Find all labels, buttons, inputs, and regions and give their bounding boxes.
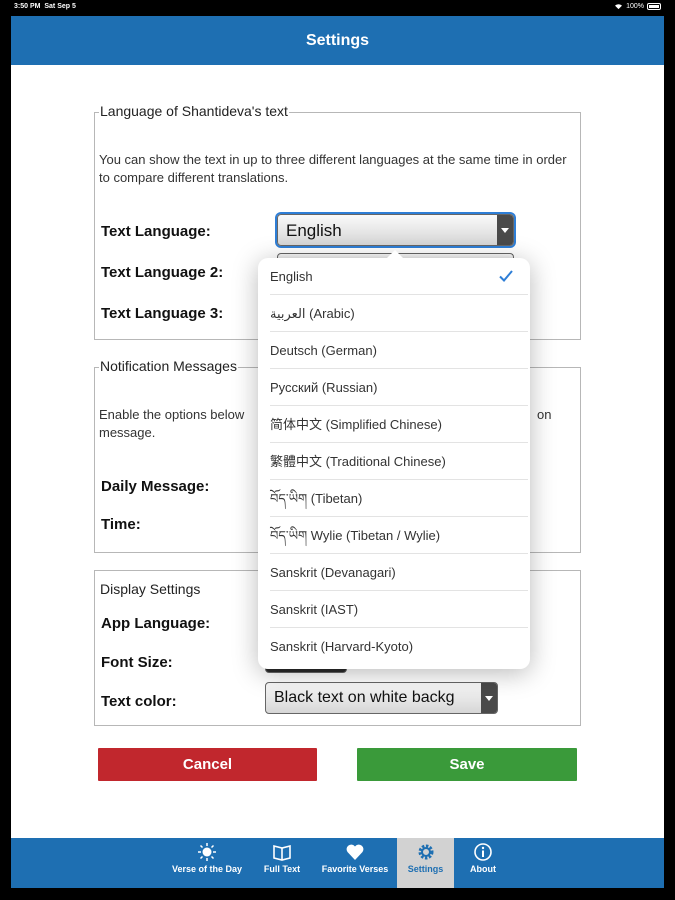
dropdown-option-traditional-chinese[interactable]: 繁體中文 (Traditional Chinese) <box>270 443 528 480</box>
text-language-label: Text Language: <box>101 223 211 240</box>
gear-icon <box>418 844 433 860</box>
checkmark-icon <box>499 270 513 282</box>
dropdown-option-arabic[interactable]: العربية (Arabic) <box>270 295 528 332</box>
language-dropdown: English العربية (Arabic) Deutsch (German… <box>258 250 530 669</box>
tab-label: About <box>470 864 496 874</box>
page-title: Settings <box>305 32 370 49</box>
notification-description-end: on <box>537 407 552 422</box>
app-language-label: App Language: <box>101 615 211 632</box>
text-language-3-label: Text Language 3: <box>101 305 224 322</box>
tab-settings[interactable]: Settings <box>397 838 454 888</box>
notification-section-legend: Notification Messages <box>99 358 238 374</box>
save-button[interactable]: Save <box>357 748 577 781</box>
wifi-icon <box>615 4 623 10</box>
text-color-label: Text color: <box>101 693 177 710</box>
dropdown-option-german[interactable]: Deutsch (German) <box>270 332 528 369</box>
tab-label: Favorite Verses <box>321 864 389 874</box>
language-description: You can show the text in up to three dif… <box>99 152 567 185</box>
tab-label: Full Text <box>263 864 301 874</box>
heart-icon <box>346 844 364 860</box>
dropdown-option-english[interactable]: English <box>270 258 528 295</box>
tab-label: Verse of the Day <box>171 864 243 874</box>
battery-percent: 100% <box>626 3 644 10</box>
book-icon <box>273 844 291 861</box>
nav-bar: Settings <box>11 16 664 65</box>
tab-full-text[interactable]: Full Text <box>256 838 308 888</box>
chevron-down-icon <box>497 215 513 245</box>
daily-message-label: Daily Message: <box>101 478 210 495</box>
chevron-down-icon <box>481 683 497 713</box>
tab-about[interactable]: About <box>460 838 506 888</box>
status-time: 3:50 PM Sat Sep 5 <box>14 3 76 10</box>
sun-icon <box>198 843 216 861</box>
dropdown-option-simplified-chinese[interactable]: 简体中文 (Simplified Chinese) <box>270 406 528 443</box>
language-section-legend: Language of Shantideva's text <box>99 103 289 119</box>
dropdown-option-sanskrit-iast[interactable]: Sanskrit (IAST) <box>270 591 528 628</box>
tab-label: Settings <box>407 864 444 874</box>
text-language-select[interactable]: English <box>277 214 514 246</box>
time-label: Time: <box>101 516 141 533</box>
dropdown-option-tibetan[interactable]: བོད་ཡིག (Tibetan) <box>270 480 528 517</box>
app-screen: Settings Language of Shantideva's text Y… <box>11 16 664 888</box>
text-color-value: Black text on white backg <box>274 689 455 706</box>
display-section-legend: Display Settings <box>99 581 202 597</box>
font-size-label: Font Size: <box>101 654 173 671</box>
dropdown-option-sanskrit-harvard-kyoto[interactable]: Sanskrit (Harvard-Kyoto) <box>270 628 528 665</box>
text-language-value: English <box>286 221 342 240</box>
status-right: 100% <box>614 3 661 10</box>
tab-bar: Verse of the Day Full Text Favorite Vers… <box>11 838 664 888</box>
text-color-select[interactable]: Black text on white backg <box>265 682 498 714</box>
info-icon <box>474 843 492 861</box>
device-frame: 3:50 PM Sat Sep 5 100% Settings Language… <box>0 0 675 900</box>
dropdown-option-russian[interactable]: Русский (Russian) <box>270 369 528 406</box>
text-language-2-label: Text Language 2: <box>101 264 224 281</box>
dropdown-option-sanskrit-devanagari[interactable]: Sanskrit (Devanagari) <box>270 554 528 591</box>
cancel-button[interactable]: Cancel <box>98 748 317 781</box>
dropdown-option-tibetan-wylie[interactable]: བོད་ཡིག Wylie (Tibetan / Wylie) <box>270 517 528 554</box>
battery-icon <box>647 3 661 10</box>
tab-verse-of-the-day[interactable]: Verse of the Day <box>164 838 250 888</box>
status-bar: 3:50 PM Sat Sep 5 100% <box>0 0 675 14</box>
tab-favorite-verses[interactable]: Favorite Verses <box>313 838 397 888</box>
